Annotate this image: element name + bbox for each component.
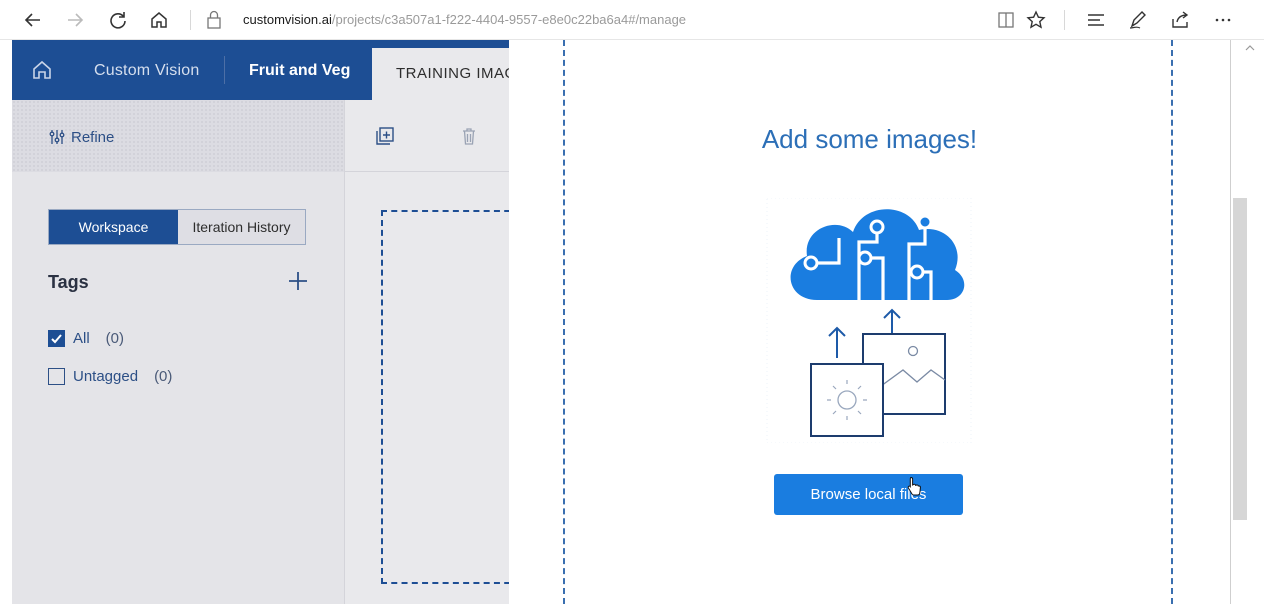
- back-icon[interactable]: [20, 7, 46, 33]
- images-workspace: [344, 100, 509, 604]
- tab-label: TRAINING IMAGES: [396, 65, 509, 82]
- page-scrollbar[interactable]: [1230, 40, 1264, 604]
- cloud-circuit-icon: [790, 209, 965, 300]
- hand-cursor-icon: [907, 476, 921, 496]
- refine-button[interactable]: Refine: [48, 128, 114, 146]
- forward-icon[interactable]: [62, 7, 88, 33]
- checkbox-untagged[interactable]: [48, 368, 65, 385]
- workspace-toolbar: [345, 100, 509, 172]
- url-host: customvision.ai: [243, 12, 332, 27]
- hub-icon[interactable]: [1083, 7, 1109, 33]
- header-separator: [224, 56, 225, 84]
- segment-workspace[interactable]: Workspace: [49, 210, 178, 244]
- panel-title: Add some images!: [761, 124, 978, 154]
- tags-heading: Tags: [48, 272, 89, 292]
- image-drop-zone[interactable]: [381, 210, 509, 584]
- view-segmented-control: Workspace Iteration History: [48, 209, 306, 245]
- add-images-icon[interactable]: [375, 126, 395, 146]
- pen-icon[interactable]: [1125, 7, 1151, 33]
- refine-bar: Refine: [12, 100, 344, 172]
- delete-icon[interactable]: [459, 126, 479, 146]
- browser-toolbar: customvision.ai/projects/c3a507a1-f222-4…: [0, 0, 1264, 40]
- favorite-star-icon[interactable]: [1023, 7, 1049, 33]
- tag-count: (0): [154, 368, 173, 385]
- sidebar: Refine Workspace Iteration History Tags …: [12, 100, 344, 604]
- tab-training-images[interactable]: TRAINING IMAGES: [372, 48, 509, 100]
- tag-label: All: [73, 330, 90, 347]
- share-icon[interactable]: [1167, 7, 1193, 33]
- home-icon[interactable]: [146, 7, 172, 33]
- toolbar-separator: [1064, 10, 1065, 30]
- tag-row-all[interactable]: All (0): [48, 330, 124, 347]
- chevron-up-icon[interactable]: [1245, 44, 1255, 52]
- tag-row-untagged[interactable]: Untagged (0): [48, 368, 172, 385]
- filter-sliders-icon: [49, 130, 65, 144]
- address-separator: [190, 10, 191, 30]
- segment-iteration-history[interactable]: Iteration History: [178, 210, 305, 244]
- project-name[interactable]: Fruit and Veg: [249, 62, 350, 80]
- address-bar[interactable]: customvision.ai/projects/c3a507a1-f222-4…: [243, 12, 686, 27]
- tag-label: Untagged: [73, 368, 139, 385]
- app-header: Custom Vision Fruit and Veg TRAINING IMA…: [12, 40, 509, 100]
- app-home-button[interactable]: [12, 40, 72, 100]
- refresh-icon[interactable]: [105, 7, 131, 33]
- checkbox-all[interactable]: [48, 330, 65, 347]
- lock-icon: [207, 10, 221, 29]
- plus-icon[interactable]: [287, 270, 309, 292]
- upload-images-illustration: [766, 198, 972, 443]
- more-icon[interactable]: [1210, 7, 1236, 33]
- tag-count: (0): [105, 330, 125, 347]
- sun-image-icon: [810, 363, 884, 437]
- browse-local-files-button[interactable]: Browse local files: [774, 474, 963, 515]
- add-images-panel: Add some images! Browse local files: [509, 40, 1230, 604]
- app-name[interactable]: Custom Vision: [94, 62, 199, 80]
- reading-view-icon[interactable]: [993, 7, 1019, 33]
- refine-label: Refine: [71, 128, 115, 146]
- custom-vision-app: Custom Vision Fruit and Veg TRAINING IMA…: [12, 40, 509, 604]
- home-icon: [33, 60, 51, 79]
- checkmark-icon: [51, 334, 62, 344]
- scrollbar-thumb[interactable]: [1233, 198, 1247, 520]
- url-path: /projects/c3a507a1-f222-4404-9557-e8e0c2…: [331, 12, 687, 27]
